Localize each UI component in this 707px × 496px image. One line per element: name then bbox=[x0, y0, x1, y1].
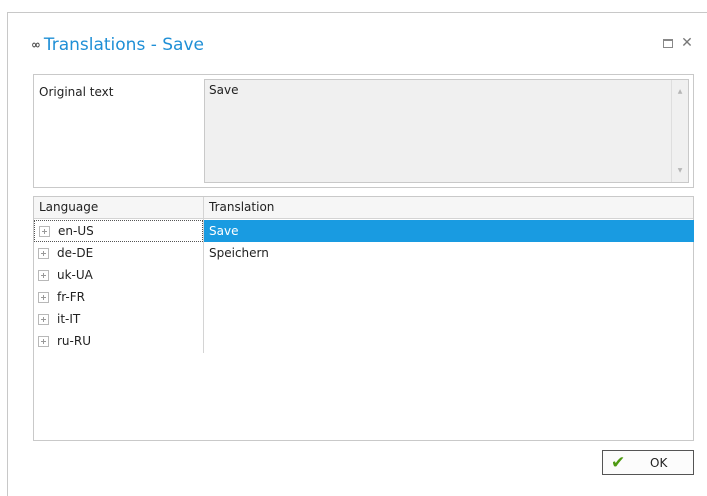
language-row[interactable]: de-DE bbox=[34, 242, 203, 264]
language-row[interactable]: it-IT bbox=[34, 308, 203, 330]
expand-icon[interactable] bbox=[38, 247, 49, 259]
dialog-titlebar: ∞ Translations - Save bbox=[32, 33, 204, 57]
language-row[interactable]: fr-FR bbox=[34, 286, 203, 308]
language-row[interactable]: uk-UA bbox=[34, 264, 203, 286]
original-text-field[interactable]: Save ▲ ▼ bbox=[204, 79, 689, 183]
maximize-icon bbox=[663, 38, 673, 48]
translation-cell[interactable]: Speichern bbox=[204, 242, 694, 264]
close-button[interactable]: ✕ bbox=[680, 35, 694, 51]
expand-icon[interactable] bbox=[38, 269, 49, 281]
original-text-label: Original text bbox=[39, 85, 114, 99]
dialog-border-left bbox=[7, 12, 8, 496]
translation-column-header[interactable]: Translation bbox=[204, 197, 274, 218]
translations-grid: Language Translation en-US de-DE uk-UA fr-F… bbox=[33, 196, 694, 441]
original-text-scrollbar[interactable]: ▲ ▼ bbox=[671, 80, 688, 182]
checkmark-icon: ✔ bbox=[611, 452, 626, 473]
expand-icon[interactable] bbox=[39, 225, 50, 237]
language-row[interactable]: en-US bbox=[34, 220, 203, 242]
dialog-title: Translations - Save bbox=[43, 35, 204, 55]
language-code: fr-FR bbox=[57, 290, 85, 304]
language-code: uk-UA bbox=[57, 268, 93, 282]
expand-icon[interactable] bbox=[38, 313, 49, 325]
language-column-header[interactable]: Language bbox=[34, 197, 204, 218]
scroll-down-icon[interactable]: ▼ bbox=[672, 167, 688, 174]
maximize-button[interactable] bbox=[661, 36, 675, 50]
dialog-border-top bbox=[7, 12, 707, 13]
grid-header: Language Translation bbox=[34, 197, 693, 219]
translation-cell[interactable]: Save bbox=[204, 220, 694, 242]
scroll-up-icon[interactable]: ▲ bbox=[672, 88, 688, 95]
original-text-group: Original text Save ▲ ▼ bbox=[33, 74, 694, 188]
expand-icon[interactable] bbox=[38, 335, 49, 347]
close-icon: ✕ bbox=[681, 35, 693, 51]
ok-button-label: OK bbox=[650, 455, 668, 470]
language-code: it-IT bbox=[57, 312, 81, 326]
language-code: en-US bbox=[58, 224, 94, 238]
ok-button[interactable]: ✔ OK bbox=[602, 450, 694, 475]
link-icon: ∞ bbox=[32, 37, 40, 53]
original-text-value: Save bbox=[209, 83, 239, 97]
expand-icon[interactable] bbox=[38, 291, 49, 303]
language-row[interactable]: ru-RU bbox=[34, 330, 203, 352]
language-code: de-DE bbox=[57, 246, 94, 260]
language-code: ru-RU bbox=[57, 334, 91, 348]
